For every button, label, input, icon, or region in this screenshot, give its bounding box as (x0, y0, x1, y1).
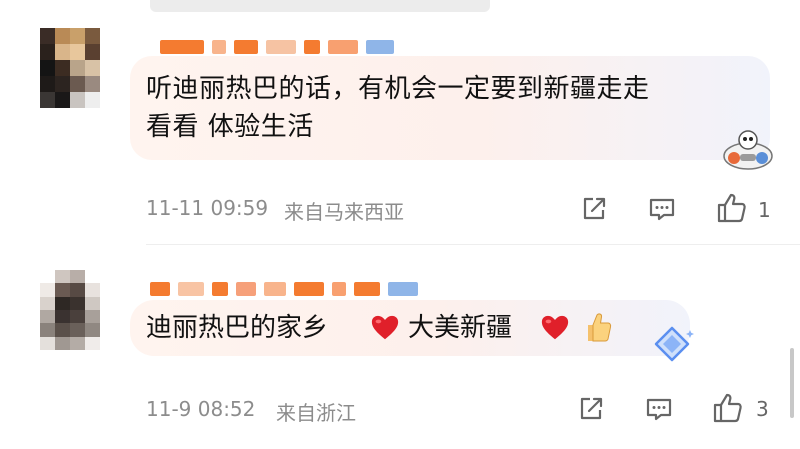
comment-text: 听迪丽热巴的话，有机会一定要到新疆走走 看看 体验生活 (146, 74, 650, 142)
red-heart-emoji (541, 315, 569, 340)
previous-comment-edge (150, 0, 490, 12)
comment-location: 来自马来西亚 (284, 200, 404, 224)
comment-location: 来自浙江 (276, 401, 356, 425)
comment-text: 大美新疆 (408, 313, 513, 343)
comment-time: 11-11 09:59 (146, 196, 269, 220)
like-count: 1 (758, 198, 771, 222)
comment-icon[interactable] (645, 395, 673, 423)
diamond-badge-icon (654, 326, 694, 362)
comment-text: 迪丽热巴的家乡 (146, 313, 329, 343)
share-icon[interactable] (577, 395, 605, 423)
avatar[interactable] (40, 270, 100, 350)
avatar[interactable] (40, 28, 100, 108)
thumbs-up-icon[interactable] (716, 192, 748, 224)
comment-time: 11-9 08:52 (146, 397, 256, 421)
divider (146, 244, 800, 245)
red-heart-emoji (371, 315, 399, 340)
username-blurred[interactable] (150, 276, 418, 302)
scrollbar[interactable] (790, 348, 794, 418)
like-count: 3 (756, 397, 769, 421)
thumbs-up-emoji (588, 313, 612, 342)
comment-icon[interactable] (648, 195, 676, 223)
thumbs-up-icon[interactable] (712, 392, 744, 424)
mascot-sticker-icon (723, 130, 773, 170)
share-icon[interactable] (580, 195, 608, 223)
